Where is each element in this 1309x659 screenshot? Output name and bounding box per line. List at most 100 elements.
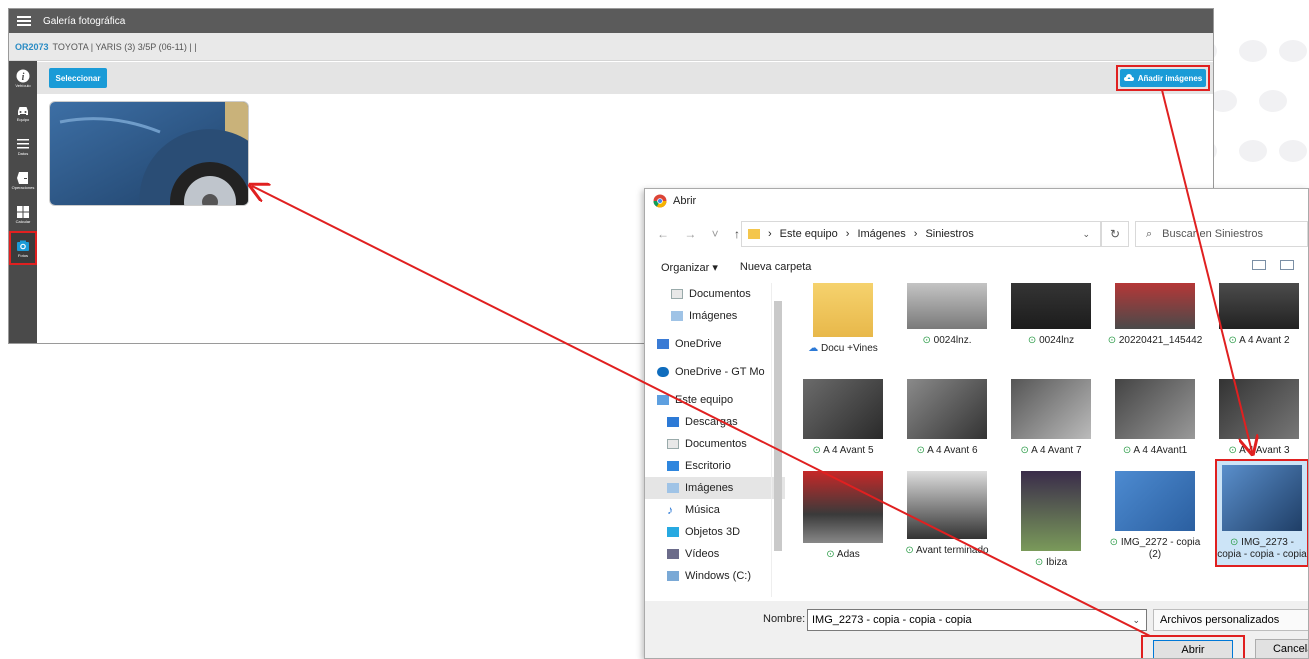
nav-item-onedrive-gt[interactable]: OneDrive - GT Mo [645,361,785,383]
synced-check-icon: ⊙ [1109,537,1121,548]
address-bar[interactable]: › Este equipo › Imágenes › Siniestros ⌄ [741,221,1101,247]
chevron-down-icon[interactable]: ⌄ [1082,229,1090,240]
file-item[interactable]: ⊙ A 4 Avant 3 [1209,379,1308,457]
cancel-button[interactable]: Cancelar [1255,639,1308,658]
car-photo [50,102,248,205]
nav-item-imagenes[interactable]: Imágenes [645,477,785,499]
sidebar-item-fotos[interactable]: Fotos [9,231,37,265]
nav-item-documentos-quick[interactable]: Documentos [645,283,785,305]
file-item[interactable]: ⊙ 0024lnz [1001,283,1101,347]
nav-item-musica[interactable]: ♪ Música [645,499,785,521]
thumbnail-image [907,379,987,439]
open-file-dialog: Abrir ← → ˅ ↑ › Este equipo › Imágenes ›… [644,188,1309,659]
door-icon [17,171,28,184]
file-label: A 4 Avant 3 [1239,445,1290,456]
add-images-label: Añadir imágenes [1137,73,1203,83]
nav-item-videos[interactable]: Vídeos [645,543,785,565]
nav-item-windows-c[interactable]: Windows (C:) [645,565,785,587]
file-item[interactable]: ⊙ IMG_2272 - copia (2) [1105,471,1205,561]
nav-label: Objetos 3D [685,526,741,538]
nav-label: Windows (C:) [685,570,752,582]
sidebar-item-label: Calcular [15,218,31,224]
thumbnail-image [1219,283,1299,329]
folder-icon [748,229,760,239]
drive-icon [667,571,679,581]
thumbnail-image [1011,379,1091,439]
synced-check-icon: ⊙ [812,445,824,456]
nav-item-onedrive[interactable]: OneDrive [645,333,785,355]
car-icon [18,106,28,115]
scrollbar-thumb[interactable] [774,301,782,551]
nav-item-objetos-3d[interactable]: Objetos 3D [645,521,785,543]
nav-label: Documentos [689,288,751,300]
organize-menu[interactable]: Organizar ▾ [661,261,718,274]
nav-label: Imágenes [689,310,738,322]
music-icon: ♪ [667,503,673,517]
folder-icon [813,283,873,337]
thumbnail-image [907,283,987,329]
file-item[interactable]: ⊙ A 4 Avant 2 [1209,283,1308,347]
file-item[interactable]: ⊙ A 4 4Avant1 [1105,379,1205,457]
file-item[interactable]: ⊙ A 4 Avant 5 [793,379,893,457]
view-icon[interactable] [1252,260,1266,270]
synced-check-icon: ⊙ [905,545,916,556]
calculator-icon [17,205,29,218]
nav-item-escritorio[interactable]: Escritorio [645,455,785,477]
onedrive-icon [657,339,669,349]
chevron-down-icon[interactable]: ⌄ [1132,615,1140,626]
nav-item-este-equipo[interactable]: Este equipo [645,389,785,411]
app-title: Galería fotográfica [43,15,126,27]
synced-check-icon: ⊙ [916,445,928,456]
nav-label: Descargas [685,416,738,428]
file-item[interactable]: ☁ Docu +Vines [793,283,893,355]
filetype-select[interactable]: Archivos personalizados [1153,609,1308,631]
pictures-icon [671,311,683,321]
view-options[interactable] [1252,260,1294,270]
search-input[interactable]: ⌕ Buscar en Siniestros [1135,221,1308,247]
file-item[interactable]: ⊙ Adas [793,471,893,561]
file-item[interactable]: ⊙ 0024lnz. [897,283,997,347]
desktop-icon [667,461,679,471]
open-button[interactable]: Abrir [1153,640,1233,658]
refresh-icon[interactable]: ↻ [1101,221,1129,247]
file-label: A 4 Avant 6 [927,445,978,456]
breadcrumb-este-equipo[interactable]: Este equipo [780,228,838,240]
open-button-highlight: Abrir [1141,635,1245,658]
file-item-selected[interactable]: ⊙ IMG_2273 - copia - copia - copia [1215,459,1308,567]
nav-item-documentos[interactable]: Documentos [645,433,785,455]
filename-input[interactable]: IMG_2273 - copia - copia - copia ⌄ [807,609,1147,631]
synced-check-icon: ⊙ [922,335,934,346]
nav-item-descargas[interactable]: Descargas [645,411,785,433]
menu-icon[interactable] [17,16,31,26]
file-label: Avant terminado [915,545,989,556]
navigation-scrollbar[interactable] [771,283,783,597]
nav-label: Este equipo [675,394,734,406]
sidebar-item-equipo[interactable]: Equipo [9,95,37,129]
nav-label: Música [685,504,720,516]
sidebar-item-datos[interactable]: Datos [9,129,37,163]
sidebar-item-vehiculo[interactable]: i Vehículo [9,61,37,95]
file-item[interactable]: ⊙ Ibiza [1001,471,1101,569]
file-grid: ☁ Docu +Vines ⊙ 0024lnz. ⊙ 0024lnz ⊙ 202… [793,283,1308,597]
file-item[interactable]: ⊙ Avant terminado [897,471,997,557]
vehicle-code[interactable]: OR2073 [15,42,49,52]
downloads-icon [667,417,679,427]
new-folder-button[interactable]: Nueva carpeta [740,261,812,273]
file-item[interactable]: ⊙ A 4 Avant 7 [1001,379,1101,457]
nav-label: OneDrive - GT Mo [675,366,765,378]
navigation-pane: Documentos Imágenes OneDrive OneDrive - … [645,283,785,597]
gallery-photo-thumbnail[interactable] [49,101,249,206]
add-images-button[interactable]: Añadir imágenes [1120,69,1206,87]
nav-item-imagenes-quick[interactable]: Imágenes [645,305,785,327]
nav-arrows[interactable]: ← → ˅ ↑ [657,227,746,241]
cloud-upload-icon [1123,74,1134,81]
select-button[interactable]: Seleccionar [49,68,107,88]
breadcrumb-siniestros[interactable]: Siniestros [925,228,973,240]
sidebar-item-operaciones[interactable]: Operaciones [9,163,37,197]
file-item[interactable]: ⊙ 20220421_145442 [1105,283,1205,347]
file-item[interactable]: ⊙ A 4 Avant 6 [897,379,997,457]
videos-icon [667,549,679,559]
sidebar-item-calcular[interactable]: Calcular [9,197,37,231]
preview-pane-icon[interactable] [1280,260,1294,270]
breadcrumb-imagenes[interactable]: Imágenes [857,228,905,240]
